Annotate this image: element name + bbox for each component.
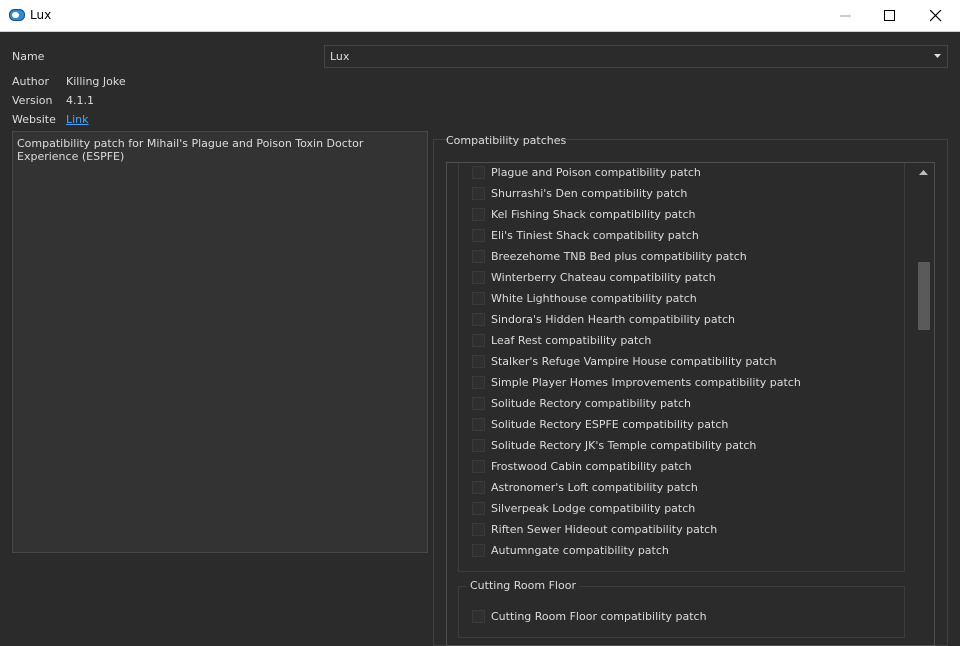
patch-checkbox[interactable] (472, 313, 485, 326)
patch-checkbox[interactable] (472, 292, 485, 305)
patch-checkbox[interactable] (472, 418, 485, 431)
patch-checkbox[interactable] (472, 544, 485, 557)
description-box[interactable]: Compatibility patch for Mihail's Plague … (12, 131, 428, 553)
scroll-up-arrow-icon[interactable] (919, 170, 928, 175)
patch-label: Astronomer's Loft compatibility patch (491, 481, 698, 494)
patch-label: Silverpeak Lodge compatibility patch (491, 502, 696, 515)
patch-checkbox[interactable] (472, 460, 485, 473)
patch-checkbox[interactable] (472, 610, 485, 623)
patch-label: Solitude Rectory ESPFE compatibility pat… (491, 418, 729, 431)
author-label: Author (12, 75, 50, 88)
cutting-room-floor-title: Cutting Room Floor (467, 579, 579, 592)
patch-label: Cutting Room Floor compatibility patch (491, 610, 707, 623)
patch-checkbox[interactable] (472, 439, 485, 452)
patch-label: Riften Sewer Hideout compatibility patch (491, 523, 718, 536)
patch-checkbox[interactable] (472, 523, 485, 536)
patch-checkbox[interactable] (472, 271, 485, 284)
patch-checkbox[interactable] (472, 208, 485, 221)
maximize-button[interactable] (867, 0, 913, 31)
compatibility-patches-title: Compatibility patches (446, 134, 567, 147)
patch-checkbox[interactable] (472, 376, 485, 389)
close-button[interactable] (913, 0, 959, 31)
description-text: Compatibility patch for Mihail's Plague … (17, 137, 364, 163)
author-value: Killing Joke (66, 75, 126, 88)
website-link[interactable]: Link (66, 113, 89, 126)
patch-label: Frostwood Cabin compatibility patch (491, 460, 692, 473)
patch-label: White Lighthouse compatibility patch (491, 292, 697, 305)
patch-label: Sindora's Hidden Hearth compatibility pa… (491, 313, 735, 326)
patch-label: Winterberry Chateau compatibility patch (491, 271, 716, 284)
scrollbar-thumb[interactable] (918, 262, 930, 330)
name-label: Name (12, 50, 45, 63)
minimize-icon (840, 15, 851, 17)
patch-label: Eli's Tiniest Shack compatibility patch (491, 229, 699, 242)
patch-checkbox[interactable] (472, 481, 485, 494)
close-icon (930, 10, 942, 22)
patches-scrollbar[interactable] (915, 163, 933, 645)
name-select-value: Lux (330, 50, 350, 63)
patch-label: Solitude Rectory compatibility patch (491, 397, 692, 410)
version-label: Version (12, 94, 53, 107)
patch-label: Breezehome TNB Bed plus compatibility pa… (491, 250, 747, 263)
version-value: 4.1.1 (66, 94, 94, 107)
patch-checkbox[interactable] (472, 229, 485, 242)
patch-checkbox[interactable] (472, 355, 485, 368)
patch-label: Kel Fishing Shack compatibility patch (491, 208, 696, 221)
chevron-down-icon (934, 54, 941, 58)
patch-label: Simple Player Homes Improvements compati… (491, 376, 801, 389)
patch-label: Autumngate compatibility patch (491, 544, 669, 557)
patch-label: Leaf Rest compatibility patch (491, 334, 652, 347)
patch-checkbox[interactable] (472, 166, 485, 179)
patch-checkbox[interactable] (472, 250, 485, 263)
patch-label: Plague and Poison compatibility patch (491, 166, 701, 179)
patch-label: Solitude Rectory JK's Temple compatibili… (491, 439, 757, 452)
patch-label: Shurrashi's Den compatibility patch (491, 187, 688, 200)
patch-label: Stalker's Refuge Vampire House compatibi… (491, 355, 777, 368)
title-bar: Lux (0, 0, 960, 32)
patch-checkbox[interactable] (472, 334, 485, 347)
window-title: Lux (30, 8, 52, 22)
patches-list[interactable]: Plague and Poison compatibility patch Shu… (446, 162, 935, 646)
patch-checkbox[interactable] (472, 397, 485, 410)
maximize-icon (884, 10, 895, 21)
patch-checkbox[interactable] (472, 187, 485, 200)
minimize-button[interactable] (823, 0, 869, 31)
website-label: Website (12, 113, 56, 126)
lux-app-icon (9, 9, 25, 21)
name-select[interactable]: Lux (324, 45, 948, 68)
patch-checkbox[interactable] (472, 502, 485, 515)
